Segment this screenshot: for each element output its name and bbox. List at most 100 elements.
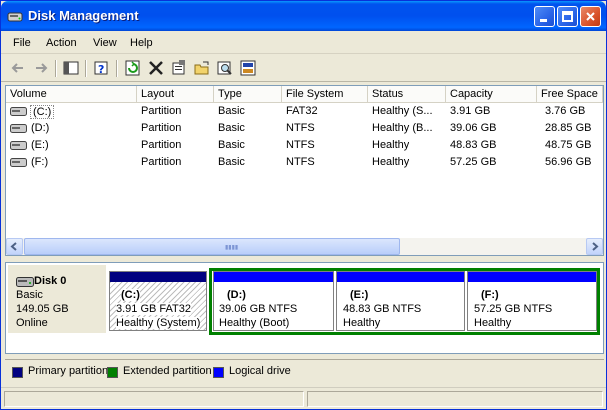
partition-color-bar — [337, 272, 464, 282]
partition-drive: (F:) — [481, 289, 499, 301]
cell-status: Healthy (B... — [372, 122, 433, 134]
cell-free-space: 3.76 GB — [545, 105, 586, 117]
column-header: Volume Layout Type File System Status Ca… — [6, 86, 603, 103]
partition-drive: (D:) — [227, 289, 246, 301]
cell-volume: (F:) — [31, 156, 49, 168]
partition-e[interactable]: (E:) 48.83 GB NTFS Healthy — [336, 271, 465, 331]
show-hide-console-tree-icon[interactable] — [62, 59, 80, 77]
column-layout[interactable]: Layout — [137, 86, 214, 103]
partition-status: Healthy — [343, 317, 381, 329]
cell-status: Healthy (S... — [372, 105, 433, 117]
table-row[interactable]: (C:) Partition Basic FAT32 Healthy (S...… — [6, 103, 603, 120]
cell-layout: Partition — [141, 156, 182, 168]
table-row[interactable]: (E:) Partition Basic NTFS Healthy 48.83 … — [6, 137, 603, 154]
partition-status: Healthy (System) — [116, 317, 201, 329]
menu-help[interactable]: Help — [130, 37, 153, 49]
cell-type: Basic — [218, 105, 245, 117]
cell-file-system: FAT32 — [286, 105, 318, 117]
partition-detail: 57.25 GB NTFS — [474, 303, 553, 315]
maximize-button[interactable] — [557, 6, 578, 27]
scroll-right-button[interactable] — [586, 238, 603, 255]
disk-state: Online — [16, 317, 48, 329]
partition-detail: 3.91 GB FAT32 — [116, 303, 192, 315]
cell-free-space: 56.96 GB — [545, 156, 592, 168]
window-title: Disk Management — [28, 8, 139, 23]
cell-file-system: NTFS — [286, 156, 315, 168]
cell-capacity: 57.25 GB — [450, 156, 497, 168]
partition-detail: 48.83 GB NTFS — [343, 303, 422, 315]
toolbar-separator — [85, 60, 87, 77]
cell-capacity: 3.91 GB — [450, 105, 491, 117]
drive-icon — [10, 124, 27, 133]
refresh-icon[interactable] — [124, 59, 142, 77]
status-pane — [4, 391, 304, 407]
menu-file[interactable]: File — [13, 37, 31, 49]
legend: Primary partition Extended partition Log… — [5, 359, 604, 385]
cell-layout: Partition — [141, 139, 182, 151]
minimize-button[interactable] — [534, 6, 555, 27]
column-volume[interactable]: Volume — [6, 86, 137, 103]
title-bar[interactable]: Disk Management — [1, 1, 606, 31]
partition-status: Healthy (Boot) — [219, 317, 290, 329]
partition-detail: 39.06 GB NTFS — [219, 303, 298, 315]
legend-swatch-primary — [12, 367, 23, 378]
menu-bar: File Action View Help — [1, 32, 606, 54]
disk-info-panel[interactable]: Disk 0 Basic 149.05 GB Online — [8, 265, 106, 333]
cell-volume: (D:) — [31, 122, 50, 134]
partition-c[interactable]: (C:) 3.91 GB FAT32 Healthy (System) — [109, 271, 207, 331]
disk-size: 149.05 GB — [16, 303, 69, 315]
partition-d[interactable]: (D:) 39.06 GB NTFS Healthy (Boot) — [213, 271, 334, 331]
cell-volume: (E:) — [31, 139, 49, 151]
partition-color-bar — [214, 272, 333, 282]
drive-icon — [10, 141, 27, 150]
column-free-space[interactable]: Free Space — [537, 86, 603, 103]
drive-icon — [10, 107, 27, 116]
scroll-grip-icon: ▮▮▮▮ — [225, 245, 239, 251]
status-pane — [307, 391, 603, 407]
table-row[interactable]: (D:) Partition Basic NTFS Healthy (B... … — [6, 120, 603, 137]
partition-status: Healthy — [474, 317, 512, 329]
disk-map[interactable]: Disk 0 Basic 149.05 GB Online (C:) 3.91 … — [5, 262, 604, 354]
close-button[interactable] — [580, 6, 601, 27]
partition-color-bar — [468, 272, 596, 282]
scroll-left-button[interactable] — [6, 238, 23, 255]
cell-type: Basic — [218, 156, 245, 168]
legend-swatch-extended — [107, 367, 118, 378]
table-row[interactable]: (F:) Partition Basic NTFS Healthy 57.25 … — [6, 154, 603, 171]
back-arrow-icon[interactable] — [9, 59, 27, 77]
cell-layout: Partition — [141, 122, 182, 134]
cell-layout: Partition — [141, 105, 182, 117]
disk-name: Disk 0 — [34, 275, 67, 287]
column-file-system[interactable]: File System — [282, 86, 368, 103]
open-icon[interactable] — [193, 59, 211, 77]
cell-capacity: 39.06 GB — [450, 122, 497, 134]
disk-view-icon[interactable] — [239, 59, 257, 77]
cell-type: Basic — [218, 122, 245, 134]
cell-status: Healthy — [372, 156, 410, 168]
properties-icon[interactable] — [170, 59, 188, 77]
partition-color-bar — [110, 272, 206, 282]
menu-view[interactable]: View — [93, 37, 117, 49]
menu-action[interactable]: Action — [46, 37, 77, 49]
delete-icon[interactable] — [147, 59, 165, 77]
drive-icon — [10, 158, 27, 167]
scroll-thumb[interactable]: ▮▮▮▮ — [24, 238, 400, 255]
volume-list[interactable]: Volume Layout Type File System Status Ca… — [5, 85, 604, 256]
legend-label-extended: Extended partition — [123, 365, 212, 377]
toolbar-separator — [116, 60, 118, 77]
cell-free-space: 28.85 GB — [545, 122, 592, 134]
help-icon[interactable]: ? — [93, 59, 111, 77]
disk-kind: Basic — [16, 289, 43, 301]
column-status[interactable]: Status — [368, 86, 446, 103]
explore-icon[interactable] — [216, 59, 234, 77]
column-capacity[interactable]: Capacity — [446, 86, 537, 103]
svg-text:?: ? — [98, 63, 104, 76]
partition-f[interactable]: (F:) 57.25 GB NTFS Healthy — [467, 271, 597, 331]
status-bar — [1, 387, 606, 409]
legend-swatch-logical — [213, 367, 224, 378]
forward-arrow-icon[interactable] — [32, 59, 50, 77]
horizontal-scrollbar[interactable]: ▮▮▮▮ — [6, 238, 603, 255]
partition-drive: (C:) — [121, 289, 140, 301]
hard-disk-icon — [16, 277, 34, 287]
column-type[interactable]: Type — [214, 86, 282, 103]
